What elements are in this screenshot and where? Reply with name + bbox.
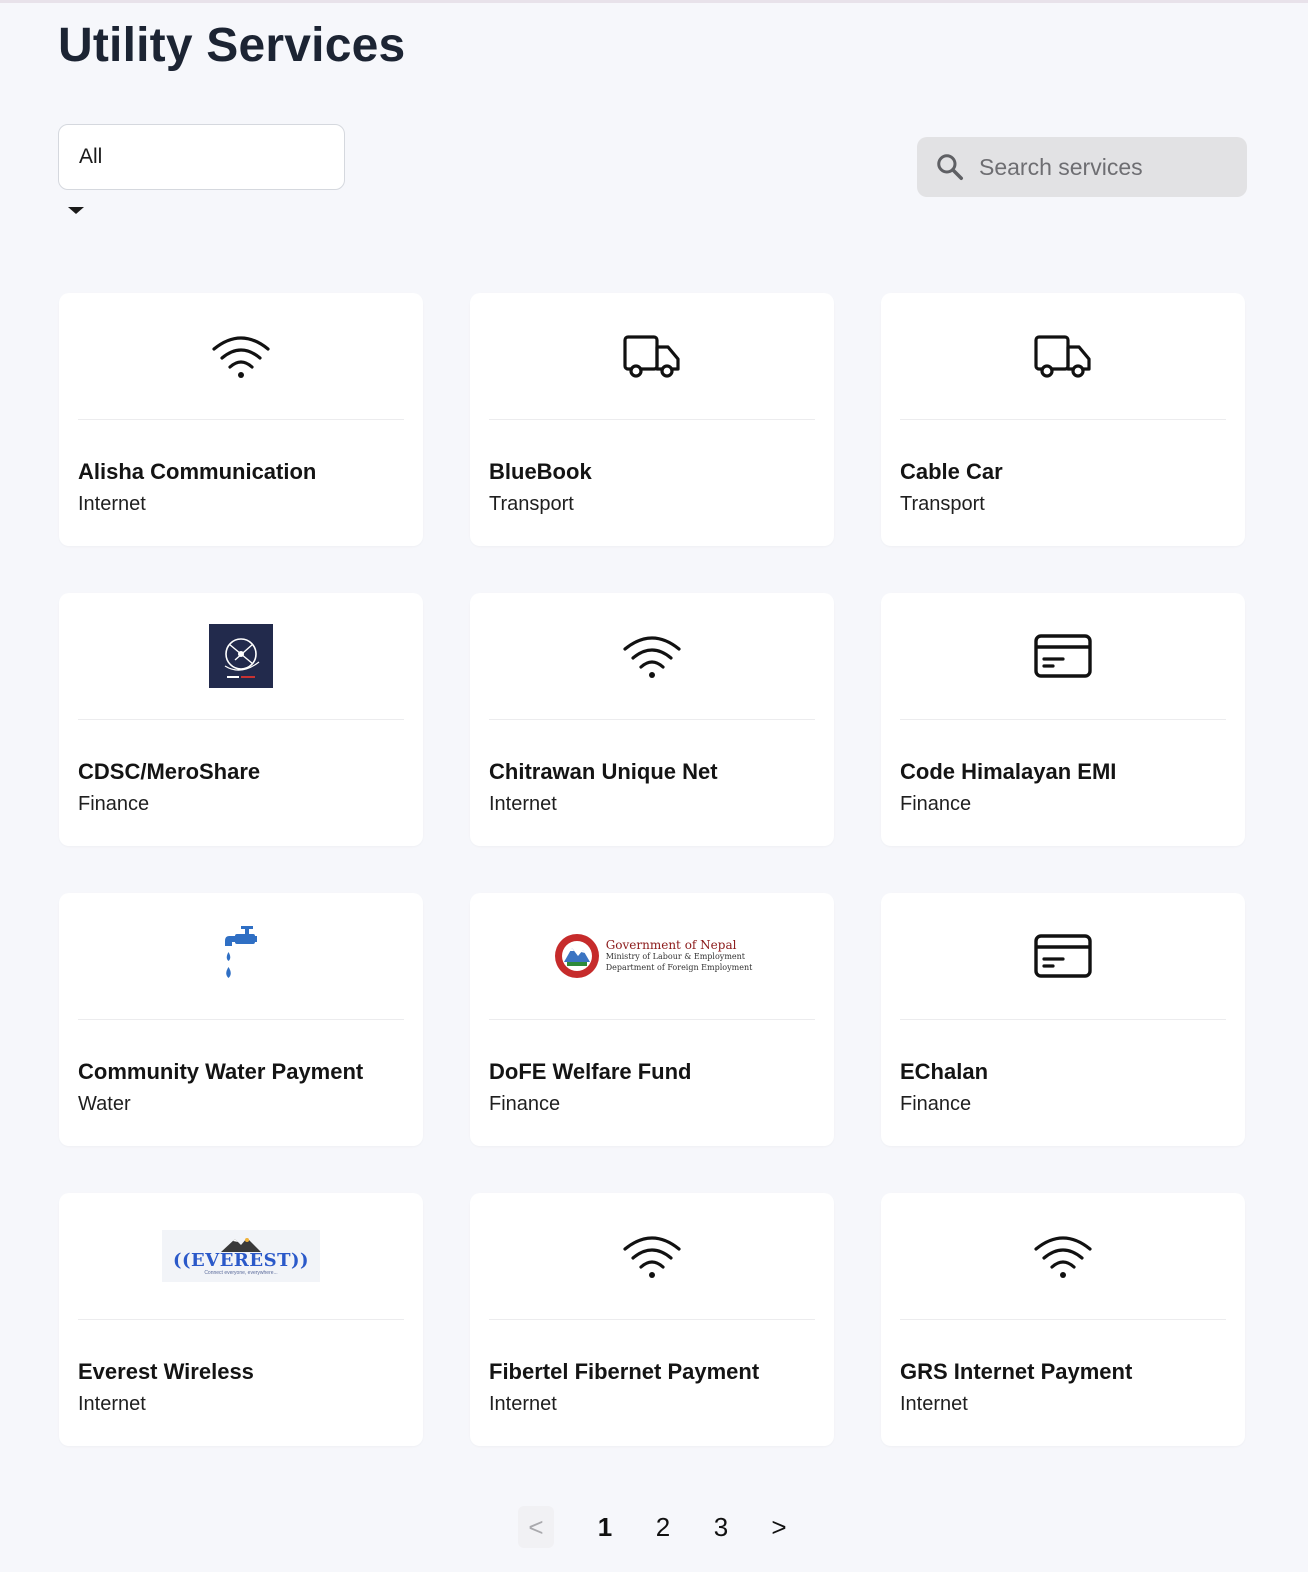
card-divider: [78, 719, 404, 720]
service-card-echalan[interactable]: EChalan Finance: [881, 893, 1245, 1146]
card-divider: [489, 719, 815, 720]
service-category: Transport: [900, 493, 985, 515]
service-category: Finance: [900, 793, 972, 815]
gov-logo-line-2: Ministry of Labour & Employment: [605, 951, 746, 961]
service-category: Finance: [900, 1093, 972, 1115]
credit-card-icon: [1034, 934, 1092, 978]
service-name: CDSC/MeroShare: [78, 759, 261, 784]
category-filter-value: All: [79, 145, 103, 168]
everest-logo-text: ((EVEREST)): [172, 1250, 310, 1271]
service-name: Code Himalayan EMI: [900, 759, 1117, 784]
service-category: Finance: [489, 1093, 561, 1115]
service-card-code-himalayan-emi[interactable]: Code Himalayan EMI Finance: [881, 593, 1245, 846]
everest-logo-tagline: Connect everyone, everywhere...: [204, 1270, 278, 1276]
card-divider: [78, 1319, 404, 1320]
search-icon: [937, 154, 963, 180]
service-name: Community Water Payment: [78, 1059, 364, 1084]
search-input[interactable]: [977, 152, 1221, 182]
service-name: Alisha Communication: [78, 459, 317, 484]
everest-logo: ((EVEREST)) Connect everyone, everywhere…: [162, 1230, 320, 1282]
service-name: Everest Wireless: [78, 1359, 254, 1384]
service-name: Fibertel Fibernet Payment: [489, 1359, 760, 1384]
card-divider: [900, 1319, 1226, 1320]
caret-down-icon[interactable]: [68, 207, 84, 214]
card-divider: [489, 419, 815, 420]
card-divider: [489, 1319, 815, 1320]
service-name: Chitrawan Unique Net: [489, 759, 718, 784]
service-name: GRS Internet Payment: [900, 1359, 1133, 1384]
pagination-page-3[interactable]: 3: [692, 1506, 750, 1548]
service-name: Cable Car: [900, 459, 1003, 484]
service-card-chitrawan-unique-net[interactable]: Chitrawan Unique Net Internet: [470, 593, 834, 846]
credit-card-icon: [1034, 634, 1092, 678]
service-card-dofe-welfare-fund[interactable]: Government of Nepal Ministry of Labour &…: [470, 893, 834, 1146]
page-title: Utility Services: [58, 19, 406, 72]
service-name: EChalan: [900, 1059, 989, 1084]
truck-icon: [623, 335, 680, 378]
pagination-next-button[interactable]: >: [750, 1506, 808, 1548]
gov-logo-line-1: Government of Nepal: [605, 937, 737, 952]
service-card-grs-internet-payment[interactable]: GRS Internet Payment Internet: [881, 1193, 1245, 1446]
card-divider: [489, 1019, 815, 1020]
wifi-icon: [623, 1236, 681, 1278]
service-category: Water: [78, 1093, 131, 1115]
service-card-cable-car[interactable]: Cable Car Transport: [881, 293, 1245, 546]
wifi-icon: [623, 636, 681, 678]
service-card-bluebook[interactable]: BlueBook Transport: [470, 293, 834, 546]
service-card-everest-wireless[interactable]: ((EVEREST)) Connect everyone, everywhere…: [59, 1193, 423, 1446]
card-divider: [900, 419, 1226, 420]
card-divider: [900, 719, 1226, 720]
service-card-cdsc-meroshare[interactable]: CDSC/MeroShare Finance: [59, 593, 423, 846]
water-tap-icon: [225, 926, 257, 978]
service-category: Transport: [489, 493, 574, 515]
service-category: Internet: [78, 1393, 146, 1415]
government-of-nepal-logo: Government of Nepal Ministry of Labour &…: [552, 932, 753, 980]
category-filter-select[interactable]: All: [58, 124, 345, 190]
gov-logo-line-3: Department of Foreign Employment: [605, 962, 753, 972]
service-card-community-water-payment[interactable]: Community Water Payment Water: [59, 893, 423, 1146]
meroshare-logo: [209, 624, 273, 688]
truck-icon: [1034, 335, 1091, 378]
service-category: Internet: [489, 793, 557, 815]
services-grid: Alisha Communication Internet BlueBook T…: [59, 293, 1245, 1446]
pagination: < 1 2 3 >: [518, 1506, 808, 1548]
wifi-icon: [212, 336, 270, 378]
search-bar[interactable]: [917, 137, 1247, 197]
pagination-prev-button[interactable]: <: [518, 1506, 554, 1548]
service-name: DoFE Welfare Fund: [489, 1059, 692, 1084]
card-divider: [78, 419, 404, 420]
service-category: Finance: [78, 793, 150, 815]
card-divider: [900, 1019, 1226, 1020]
pagination-page-1[interactable]: 1: [576, 1506, 634, 1548]
service-card-alisha-communication[interactable]: Alisha Communication Internet: [59, 293, 423, 546]
wifi-icon: [1034, 1236, 1092, 1278]
pagination-page-2[interactable]: 2: [634, 1506, 692, 1548]
top-border: [0, 0, 1308, 3]
service-category: Internet: [489, 1393, 557, 1415]
card-divider: [78, 1019, 404, 1020]
service-card-fibertel-fibernet-payment[interactable]: Fibertel Fibernet Payment Internet: [470, 1193, 834, 1446]
service-category: Internet: [78, 493, 146, 515]
service-name: BlueBook: [489, 459, 592, 484]
service-category: Internet: [900, 1393, 968, 1415]
